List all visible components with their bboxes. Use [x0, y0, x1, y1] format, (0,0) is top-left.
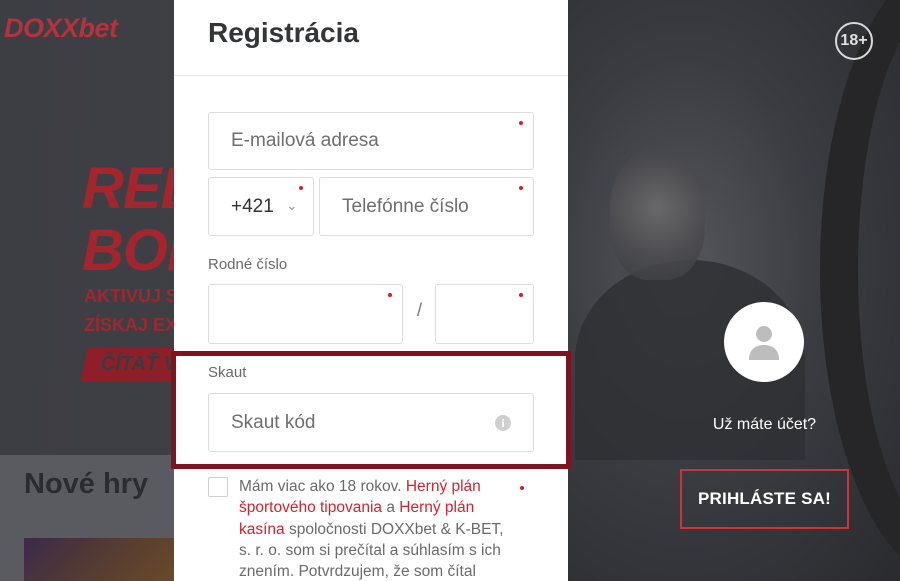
required-indicator	[388, 293, 392, 297]
required-indicator	[519, 293, 523, 297]
user-avatar-icon	[724, 302, 804, 382]
age-restriction-icon: 18+	[835, 22, 873, 60]
chevron-down-icon: ⌄	[286, 196, 298, 213]
hero-face	[610, 150, 705, 280]
required-indicator	[520, 486, 524, 490]
terms-checkbox[interactable]	[208, 477, 228, 497]
terms-text-1: Mám viac ako 18 rokov.	[239, 478, 406, 495]
terms-text-2: a	[382, 499, 400, 517]
email-placeholder: E-mailová adresa	[231, 130, 379, 151]
birth-number-first-field[interactable]	[208, 284, 403, 344]
registration-modal: Registrácia E-mailová adresa +421 ⌄ Tele…	[174, 0, 568, 581]
phone-prefix-select[interactable]: +421 ⌄	[208, 177, 314, 236]
email-field[interactable]: E-mailová adresa	[208, 112, 534, 170]
scout-highlight-frame	[171, 351, 571, 469]
required-indicator	[519, 121, 523, 125]
required-indicator	[519, 186, 523, 190]
modal-divider	[174, 75, 568, 76]
phone-number-placeholder: Telefónne číslo	[342, 195, 469, 217]
birth-number-second-field[interactable]	[435, 284, 534, 344]
modal-title: Registrácia	[208, 17, 359, 48]
site-logo[interactable]: DOXXbet	[4, 13, 118, 44]
games-section-title: Nové hry	[24, 468, 149, 500]
phone-prefix-value: +421	[231, 195, 274, 217]
terms-text: Mám viac ako 18 rokov. Herný plán športo…	[239, 476, 519, 581]
birth-number-separator: /	[417, 300, 423, 320]
required-indicator	[299, 186, 303, 190]
birth-number-label: Rodné číslo	[208, 256, 288, 273]
login-button[interactable]: PRIHLÁSTE SA!	[680, 469, 849, 529]
login-question: Už máte účet?	[712, 416, 817, 433]
game-thumbnail[interactable]	[24, 538, 174, 581]
phone-number-field[interactable]: Telefónne číslo	[319, 177, 534, 236]
